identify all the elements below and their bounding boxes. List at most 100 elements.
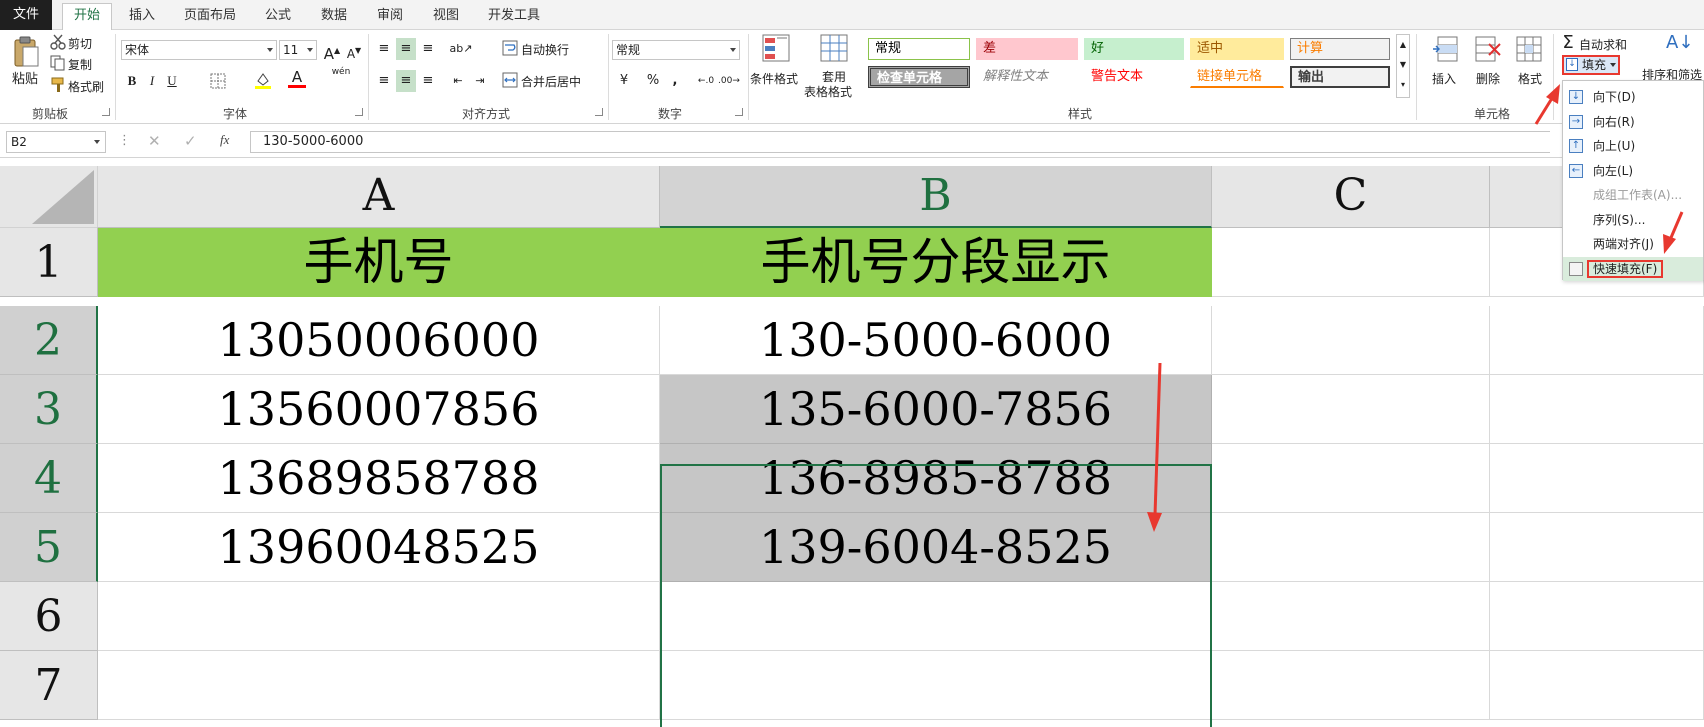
- fill-menu-item-5[interactable]: 序列(S)...: [1563, 208, 1703, 232]
- fill-menu-item-2[interactable]: ↑ 向上(U): [1563, 134, 1703, 158]
- format-painter-button[interactable]: 格式刷: [68, 78, 104, 95]
- tab-home[interactable]: 开始: [62, 3, 112, 31]
- copy-button[interactable]: 复制: [68, 56, 92, 73]
- tab-view[interactable]: 视图: [420, 4, 472, 30]
- increase-indent-icon[interactable]: ⇥: [470, 70, 490, 92]
- cell-style-6[interactable]: 解释性文本: [976, 66, 1078, 88]
- cell-b4[interactable]: 136-8985-8788: [660, 444, 1212, 513]
- font-color-icon[interactable]: A: [288, 68, 306, 88]
- fill-menu-item-3[interactable]: ← 向左(L): [1563, 159, 1703, 183]
- cell-style-1[interactable]: 差: [976, 38, 1078, 60]
- fill-menu-item-0[interactable]: ↓ 向下(D): [1563, 85, 1703, 109]
- insert-function-icon[interactable]: fx: [220, 132, 229, 148]
- cut-button[interactable]: 剪切: [68, 35, 92, 52]
- tab-formulas[interactable]: 公式: [252, 4, 304, 30]
- tab-review[interactable]: 审阅: [364, 4, 416, 30]
- cell-d6[interactable]: [1490, 582, 1704, 651]
- cell-c4[interactable]: [1212, 444, 1490, 513]
- cell-style-0[interactable]: 常规: [868, 38, 970, 60]
- cell-d2[interactable]: [1490, 306, 1704, 375]
- cell-d7[interactable]: [1490, 651, 1704, 720]
- cell-c5[interactable]: [1212, 513, 1490, 582]
- conditional-format-button[interactable]: 条件格式: [750, 70, 798, 87]
- percent-button[interactable]: %: [644, 70, 662, 92]
- font-launcher-icon[interactable]: [355, 108, 363, 116]
- row-header-6[interactable]: 6: [0, 582, 98, 651]
- format-cells-button[interactable]: 格式: [1518, 70, 1542, 87]
- cell-d4[interactable]: [1490, 444, 1704, 513]
- gallery-scroll-icon[interactable]: ▲ ▼ ▾: [1396, 34, 1410, 98]
- cell-b3[interactable]: 135-6000-7856: [660, 375, 1212, 444]
- row-header-5[interactable]: 5: [0, 513, 98, 582]
- align-bottom-icon[interactable]: ≡: [418, 38, 438, 60]
- phonetic-icon[interactable]: wén: [328, 66, 354, 88]
- cancel-icon[interactable]: ✕: [148, 132, 161, 150]
- cell-d3[interactable]: [1490, 375, 1704, 444]
- column-header-b[interactable]: B: [660, 166, 1212, 228]
- align-top-icon[interactable]: ≡: [374, 38, 394, 60]
- comma-button[interactable]: ,: [668, 70, 682, 92]
- cell-a6[interactable]: [98, 582, 660, 651]
- font-size-select[interactable]: 11: [279, 40, 317, 60]
- cell-b6[interactable]: [660, 582, 1212, 651]
- row-header-7[interactable]: 7: [0, 651, 98, 720]
- decrease-decimal-icon[interactable]: .00→: [718, 70, 740, 92]
- table-format-label-2[interactable]: 表格格式: [804, 83, 852, 100]
- fill-color-icon[interactable]: [254, 71, 272, 89]
- font-name-select[interactable]: 宋体: [121, 40, 277, 60]
- align-middle-icon[interactable]: ≡: [396, 38, 416, 60]
- border-icon[interactable]: [210, 73, 226, 89]
- cell-b2[interactable]: 130-5000-6000: [660, 306, 1212, 375]
- sort-filter-icon[interactable]: A↓: [1666, 32, 1693, 54]
- bold-button[interactable]: B: [124, 70, 140, 92]
- paste-icon[interactable]: [12, 36, 40, 68]
- tab-data[interactable]: 数据: [308, 4, 360, 30]
- insert-cells-button[interactable]: 插入: [1432, 70, 1456, 87]
- cell-c2[interactable]: [1212, 306, 1490, 375]
- cell-b5[interactable]: 139-6004-8525: [660, 513, 1212, 582]
- paste-button[interactable]: 粘贴: [12, 68, 38, 87]
- cell-c6[interactable]: [1212, 582, 1490, 651]
- fill-button[interactable]: ↓ 填充: [1562, 55, 1620, 75]
- decrease-indent-icon[interactable]: ⇤: [448, 70, 468, 92]
- align-right-icon[interactable]: ≡: [418, 70, 438, 92]
- number-launcher-icon[interactable]: [735, 108, 743, 116]
- cell-b1[interactable]: 手机号分段显示: [660, 228, 1212, 297]
- decrease-font-icon[interactable]: A▼: [344, 40, 364, 62]
- cell-a4[interactable]: 13689858788: [98, 444, 660, 513]
- row-header-4[interactable]: 4: [0, 444, 98, 513]
- select-all-icon[interactable]: [0, 166, 98, 228]
- cell-b7[interactable]: [660, 651, 1212, 720]
- fill-menu-item-1[interactable]: → 向右(R): [1563, 110, 1703, 134]
- row-header-2[interactable]: 2: [0, 306, 98, 375]
- enter-icon[interactable]: ✓: [184, 132, 197, 150]
- cell-style-2[interactable]: 好: [1084, 38, 1184, 60]
- tab-page-layout[interactable]: 页面布局: [172, 4, 248, 30]
- currency-icon[interactable]: ¥: [612, 70, 636, 92]
- align-center-icon[interactable]: ≡: [396, 70, 416, 92]
- cell-a7[interactable]: [98, 651, 660, 720]
- cell-a1[interactable]: 手机号: [98, 228, 660, 297]
- clipboard-launcher-icon[interactable]: [102, 108, 110, 116]
- align-left-icon[interactable]: ≡: [374, 70, 394, 92]
- increase-font-icon[interactable]: A▲: [322, 40, 342, 63]
- cell-d5[interactable]: [1490, 513, 1704, 582]
- formula-input[interactable]: 130-5000-6000: [250, 131, 1550, 153]
- italic-button[interactable]: I: [144, 70, 160, 92]
- column-header-c[interactable]: C: [1212, 166, 1490, 228]
- tab-file[interactable]: 文件: [0, 0, 52, 30]
- row-header-3[interactable]: 3: [0, 375, 98, 444]
- tab-developer[interactable]: 开发工具: [476, 4, 552, 30]
- increase-decimal-icon[interactable]: ←.0: [696, 70, 716, 92]
- autosum-button[interactable]: 自动求和: [1579, 36, 1627, 53]
- merge-center-button[interactable]: 合并后居中: [521, 73, 581, 90]
- delete-cells-button[interactable]: 删除: [1476, 70, 1500, 87]
- wrap-text-button[interactable]: 自动换行: [521, 41, 569, 58]
- number-format-select[interactable]: 常规: [612, 40, 740, 60]
- cell-style-9[interactable]: 输出: [1290, 66, 1390, 88]
- cell-style-5[interactable]: 检查单元格: [868, 66, 970, 88]
- name-box[interactable]: B2: [6, 131, 106, 153]
- underline-button[interactable]: U: [164, 70, 180, 92]
- orientation-icon[interactable]: ab↗: [448, 38, 474, 60]
- cell-a2[interactable]: 13050006000: [98, 306, 660, 375]
